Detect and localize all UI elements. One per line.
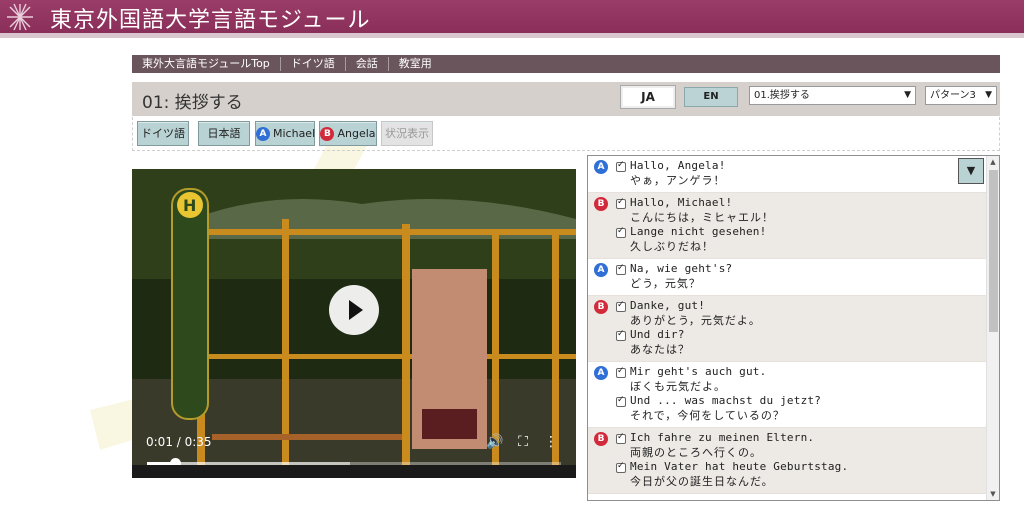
nav-item-classroom[interactable]: 教室用 bbox=[389, 57, 442, 71]
line-checkbox[interactable] bbox=[616, 432, 626, 444]
nav-item-german[interactable]: ドイツ語 bbox=[281, 57, 346, 71]
transcript-list: AHallo, Angela!やぁ，アンゲラ！BHallo, Michael!こ… bbox=[588, 156, 999, 494]
speaker-b-name: Angela bbox=[337, 127, 376, 140]
transcript-line: Hallo, Michael!こんにちは，ミヒャエル！ bbox=[588, 196, 986, 225]
speaker-a-badge: A bbox=[256, 127, 270, 141]
line-checkbox[interactable] bbox=[616, 461, 626, 473]
german-text[interactable]: Hallo, Angela! bbox=[630, 159, 986, 174]
toggle-japanese-button[interactable]: 日本語 bbox=[198, 121, 250, 146]
banner-stripe bbox=[0, 33, 1024, 38]
lang-ja-button[interactable]: JA bbox=[620, 85, 676, 109]
speaker-b-badge: B bbox=[320, 127, 335, 141]
chevron-down-icon: ▼ bbox=[904, 90, 911, 100]
japanese-text: 久しぶりだね！ bbox=[630, 239, 714, 253]
line-checkbox[interactable] bbox=[616, 300, 626, 312]
video-bottom-edge bbox=[132, 465, 576, 478]
german-text[interactable]: Ich fahre zu meinen Eltern. bbox=[630, 431, 986, 446]
german-text[interactable]: Und dir? bbox=[630, 328, 986, 343]
transcript-line: Mir geht's auch gut.ぼくも元気だよ。 bbox=[588, 365, 986, 394]
transcript-turn: BIch fahre zu meinen Eltern.両親のところへ行くの。M… bbox=[588, 428, 986, 494]
line-checkbox[interactable] bbox=[616, 226, 626, 238]
video-time: 0:01 / 0:35 bbox=[146, 435, 212, 449]
transcript-turn: BDanke, gut!ありがとう，元気だよ。Und dir?あなたは？ bbox=[588, 296, 986, 362]
svg-text:H: H bbox=[183, 196, 196, 215]
video-player[interactable]: H 0:01 / 0:35 🔊 ⛶ ⋮ bbox=[132, 169, 576, 478]
breadcrumb-nav: 東外大言語モジュールTop ドイツ語 会話 教室用 bbox=[132, 55, 1000, 73]
german-text[interactable]: Mir geht's auch gut. bbox=[630, 365, 986, 380]
snowflake-star-icon bbox=[7, 3, 33, 31]
german-text[interactable]: Hallo, Michael! bbox=[630, 196, 986, 211]
nav-item-conversation[interactable]: 会話 bbox=[346, 57, 389, 71]
pattern-select-value: パターン3 bbox=[930, 90, 976, 101]
japanese-text: どう，元気？ bbox=[630, 276, 701, 290]
speaker-a-name: Michael bbox=[273, 127, 316, 140]
line-checkbox[interactable] bbox=[616, 395, 626, 407]
toggle-speaker-a-button[interactable]: A Michael bbox=[255, 121, 315, 146]
toggle-speaker-b-button[interactable]: B Angela bbox=[319, 121, 377, 146]
header-banner: 東京外国語大学言語モジュール bbox=[0, 0, 1024, 33]
transcript-line: Lange nicht gesehen!久しぶりだね！ bbox=[588, 225, 986, 254]
play-button[interactable] bbox=[329, 285, 379, 335]
transcript-turn: BHallo, Michael!こんにちは，ミヒャエル！Lange nicht … bbox=[588, 193, 986, 259]
line-checkbox[interactable] bbox=[616, 366, 626, 378]
german-text[interactable]: Lange nicht gesehen! bbox=[630, 225, 986, 240]
nav-item-top[interactable]: 東外大言語モジュールTop bbox=[132, 57, 281, 71]
transcript-line: Hallo, Angela!やぁ，アンゲラ！ bbox=[588, 159, 986, 188]
transcript-turn: AHallo, Angela!やぁ，アンゲラ！ bbox=[588, 156, 986, 193]
german-text[interactable]: Na, wie geht's? bbox=[630, 262, 986, 277]
transcript-line: Ich fahre zu meinen Eltern.両親のところへ行くの。 bbox=[588, 431, 986, 460]
transcript-turn: ANa, wie geht's?どう，元気？ bbox=[588, 259, 986, 296]
line-checkbox[interactable] bbox=[616, 263, 626, 275]
chevron-down-icon: ▼ bbox=[985, 90, 992, 100]
scroll-up-icon[interactable]: ▲ bbox=[987, 156, 999, 168]
japanese-text: やぁ，アンゲラ！ bbox=[630, 173, 726, 187]
transcript-scrollbar[interactable]: ▲ ▼ bbox=[986, 156, 999, 500]
transcript-line: Mein Vater hat heute Geburtstag.今日が父の誕生日… bbox=[588, 460, 986, 489]
japanese-text: ありがとう，元気だよ。 bbox=[630, 313, 761, 327]
lesson-titlebar: 01: 挨拶する JA EN 01.挨拶する ▼ パターン3 ▼ bbox=[132, 82, 1000, 116]
transcript-turn: AMir geht's auch gut.ぼくも元気だよ。Und ... was… bbox=[588, 362, 986, 428]
german-text[interactable]: Danke, gut! bbox=[630, 299, 986, 314]
transcript-panel[interactable]: AHallo, Angela!やぁ，アンゲラ！BHallo, Michael!こ… bbox=[587, 155, 1000, 501]
line-checkbox[interactable] bbox=[616, 160, 626, 172]
display-filter-toolbar: ドイツ語 日本語 A Michael B Angela 状況表示 bbox=[132, 117, 1000, 151]
fullscreen-icon[interactable]: ⛶ bbox=[514, 433, 532, 451]
site-title[interactable]: 東京外国語大学言語モジュール bbox=[50, 2, 370, 34]
lang-en-button[interactable]: EN bbox=[684, 87, 738, 107]
line-checkbox[interactable] bbox=[616, 197, 626, 209]
japanese-text: こんにちは，ミヒャエル！ bbox=[630, 210, 774, 224]
scroll-thumb[interactable] bbox=[989, 170, 998, 332]
german-text[interactable]: Und ... was machst du jetzt? bbox=[630, 394, 986, 409]
scroll-down-icon[interactable]: ▼ bbox=[987, 488, 999, 500]
page-title: 01: 挨拶する bbox=[142, 93, 243, 113]
lesson-select[interactable]: 01.挨拶する ▼ bbox=[749, 86, 916, 105]
volume-icon[interactable]: 🔊 bbox=[486, 433, 504, 451]
transcript-line: Und dir?あなたは？ bbox=[588, 328, 986, 357]
lesson-select-value: 01.挨拶する bbox=[754, 90, 810, 101]
japanese-text: あなたは？ bbox=[630, 342, 690, 356]
japanese-text: ぼくも元気だよ。 bbox=[630, 379, 726, 393]
japanese-text: それで，今何をしているの？ bbox=[630, 408, 785, 422]
line-checkbox[interactable] bbox=[616, 329, 626, 341]
japanese-text: 今日が父の誕生日なんだ。 bbox=[630, 474, 774, 488]
german-text[interactable]: Mein Vater hat heute Geburtstag. bbox=[630, 460, 986, 475]
transcript-line: Und ... was machst du jetzt?それで，今何をしているの… bbox=[588, 394, 986, 423]
collapse-button[interactable]: ▼ bbox=[958, 158, 984, 184]
japanese-text: 両親のところへ行くの。 bbox=[630, 445, 762, 459]
transcript-line: Na, wie geht's?どう，元気？ bbox=[588, 262, 986, 291]
toggle-german-button[interactable]: ドイツ語 bbox=[137, 121, 189, 146]
toggle-status-button[interactable]: 状況表示 bbox=[381, 121, 433, 146]
transcript-line: Danke, gut!ありがとう，元気だよ。 bbox=[588, 299, 986, 328]
pattern-select[interactable]: パターン3 ▼ bbox=[925, 86, 997, 105]
more-vert-icon[interactable]: ⋮ bbox=[542, 433, 560, 451]
